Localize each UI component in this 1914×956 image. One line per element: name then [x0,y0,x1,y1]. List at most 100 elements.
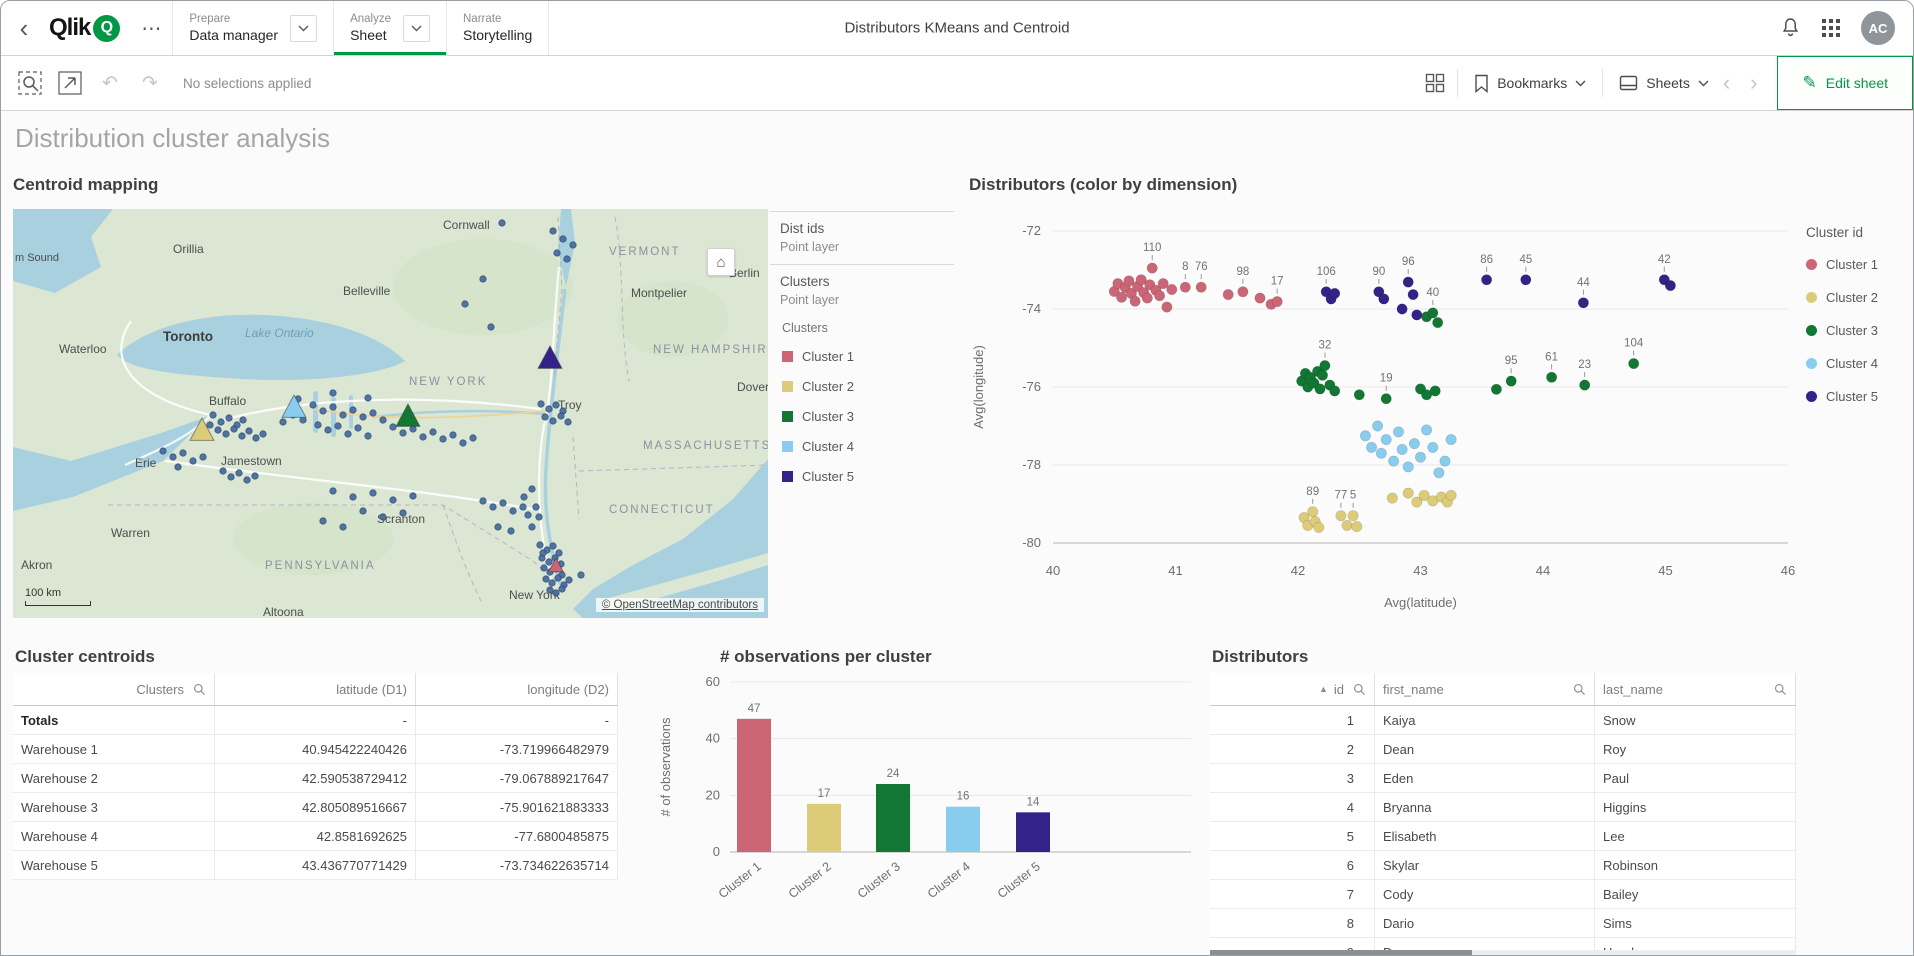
scatter-point[interactable] [1403,462,1413,472]
map-point[interactable] [553,402,559,408]
table-cell[interactable]: - [215,706,416,734]
scatter-point[interactable] [1354,390,1364,400]
map-point[interactable] [440,436,446,442]
bar-cluster-1[interactable] [737,719,771,852]
table-cell[interactable]: Roy [1595,735,1796,763]
scatter-point[interactable] [1342,520,1352,530]
step-forward-button[interactable]: ↷ [133,66,167,100]
map-point[interactable] [252,473,258,479]
app-launcher-grid-icon[interactable] [1821,18,1841,38]
legend-layer-clusters[interactable]: Clusters Point layer [770,265,954,317]
previous-sheet-button[interactable]: ‹ [1713,70,1740,96]
sheet-layout-icon[interactable] [1425,73,1445,93]
map-point[interactable] [320,518,326,524]
table-cell[interactable]: Dean [1375,735,1595,763]
scatter-point[interactable] [1330,386,1340,396]
map-point[interactable] [488,324,494,330]
map-point[interactable] [542,414,548,420]
scatter-point[interactable] [1360,431,1370,441]
map-point[interactable] [508,528,514,534]
table-cell[interactable]: - [416,706,618,734]
map-point[interactable] [180,450,186,456]
map-point[interactable] [480,498,486,504]
map-point[interactable] [207,422,213,428]
table-cell[interactable]: Totals [13,706,215,734]
table-cell[interactable]: Warehouse 5 [13,851,215,879]
table-cell[interactable]: 42.805089516667 [215,793,416,821]
scatter-point[interactable] [1388,456,1398,466]
scatter-point[interactable] [1665,280,1675,290]
map-point[interactable] [420,434,426,440]
table-cell[interactable]: Cody [1375,880,1595,908]
map-point[interactable] [390,424,396,430]
scatter-point[interactable] [1415,452,1425,462]
scatter-point[interactable] [1421,425,1431,435]
table-cell[interactable]: Higgins [1595,793,1796,821]
scatter-point[interactable] [1372,421,1382,431]
scatter-point[interactable] [1348,511,1358,521]
scatter-point[interactable] [1409,438,1419,448]
table-cell[interactable]: Bailey [1595,880,1796,908]
map-legend-item[interactable]: Cluster 2 [770,371,954,401]
map-point[interactable] [565,419,571,425]
scatter-point[interactable] [1366,442,1376,452]
selections-tool-button[interactable] [13,66,47,100]
map-point[interactable] [537,542,543,548]
map-point[interactable] [260,431,266,437]
column-header-Clusters[interactable]: Clusters [13,673,215,705]
scatter-point[interactable] [1403,488,1413,498]
tab-narrate[interactable]: Narrate Storytelling [446,1,549,55]
map-home-button[interactable]: ⌂ [707,248,735,276]
scatter-point[interactable] [1381,394,1391,404]
map-point[interactable] [345,431,351,437]
table-cell[interactable]: -75.901621883333 [416,793,618,821]
map-point[interactable] [566,577,572,583]
map-point[interactable] [340,412,346,418]
map-point[interactable] [430,429,436,435]
horizontal-scrollbar[interactable] [1210,950,1796,955]
table-cell[interactable]: Paul [1595,764,1796,792]
table-cell[interactable]: 40.945422240426 [215,735,416,763]
scatter-point[interactable] [1412,310,1422,320]
map-point[interactable] [499,220,505,226]
scatter-legend-item[interactable]: Cluster 3 [1806,314,1913,347]
table-cell[interactable]: Sims [1595,909,1796,937]
map-point[interactable] [520,504,526,510]
scatter-point[interactable] [1433,317,1443,327]
bar-cluster-2[interactable] [807,804,841,852]
map-point[interactable] [330,390,336,396]
more-menu-button[interactable]: ⋯ [130,1,172,55]
map-point[interactable] [310,402,316,408]
legend-layer-dist-ids[interactable]: Dist ids Point layer [770,212,954,265]
map-point[interactable] [560,236,566,242]
scatter-point[interactable] [1446,434,1456,444]
map-point[interactable] [555,575,561,581]
scatter-point[interactable] [1434,468,1444,478]
map-point[interactable] [350,494,356,500]
scatter-point[interactable] [1546,372,1556,382]
scatter-point[interactable] [1142,293,1152,303]
map-point[interactable] [228,474,234,480]
map-point[interactable] [550,228,556,234]
scatter-point[interactable] [1314,522,1324,532]
table-cell[interactable]: 1 [1210,706,1375,734]
map-point[interactable] [325,427,331,433]
search-icon[interactable] [1353,683,1366,696]
map-point[interactable] [330,488,336,494]
scatter-point[interactable] [1446,490,1456,500]
map-attribution-link[interactable]: © OpenStreetMap contributors [596,598,764,612]
scatter-point[interactable] [1387,493,1397,503]
map-point[interactable] [400,430,406,436]
scatter-point[interactable] [1352,521,1362,531]
map-point[interactable] [340,524,346,530]
map-point[interactable] [223,431,229,437]
tab-prepare[interactable]: Prepare Data manager [172,1,333,55]
map-point[interactable] [490,504,496,510]
table-cell[interactable]: 7 [1210,880,1375,908]
table-cell[interactable]: Eden [1375,764,1595,792]
scatter-point[interactable] [1481,275,1491,285]
prepare-dropdown-button[interactable] [290,15,317,42]
scatter-legend-item[interactable]: Cluster 1 [1806,248,1913,281]
map-point[interactable] [495,524,501,530]
map-point[interactable] [549,580,555,586]
